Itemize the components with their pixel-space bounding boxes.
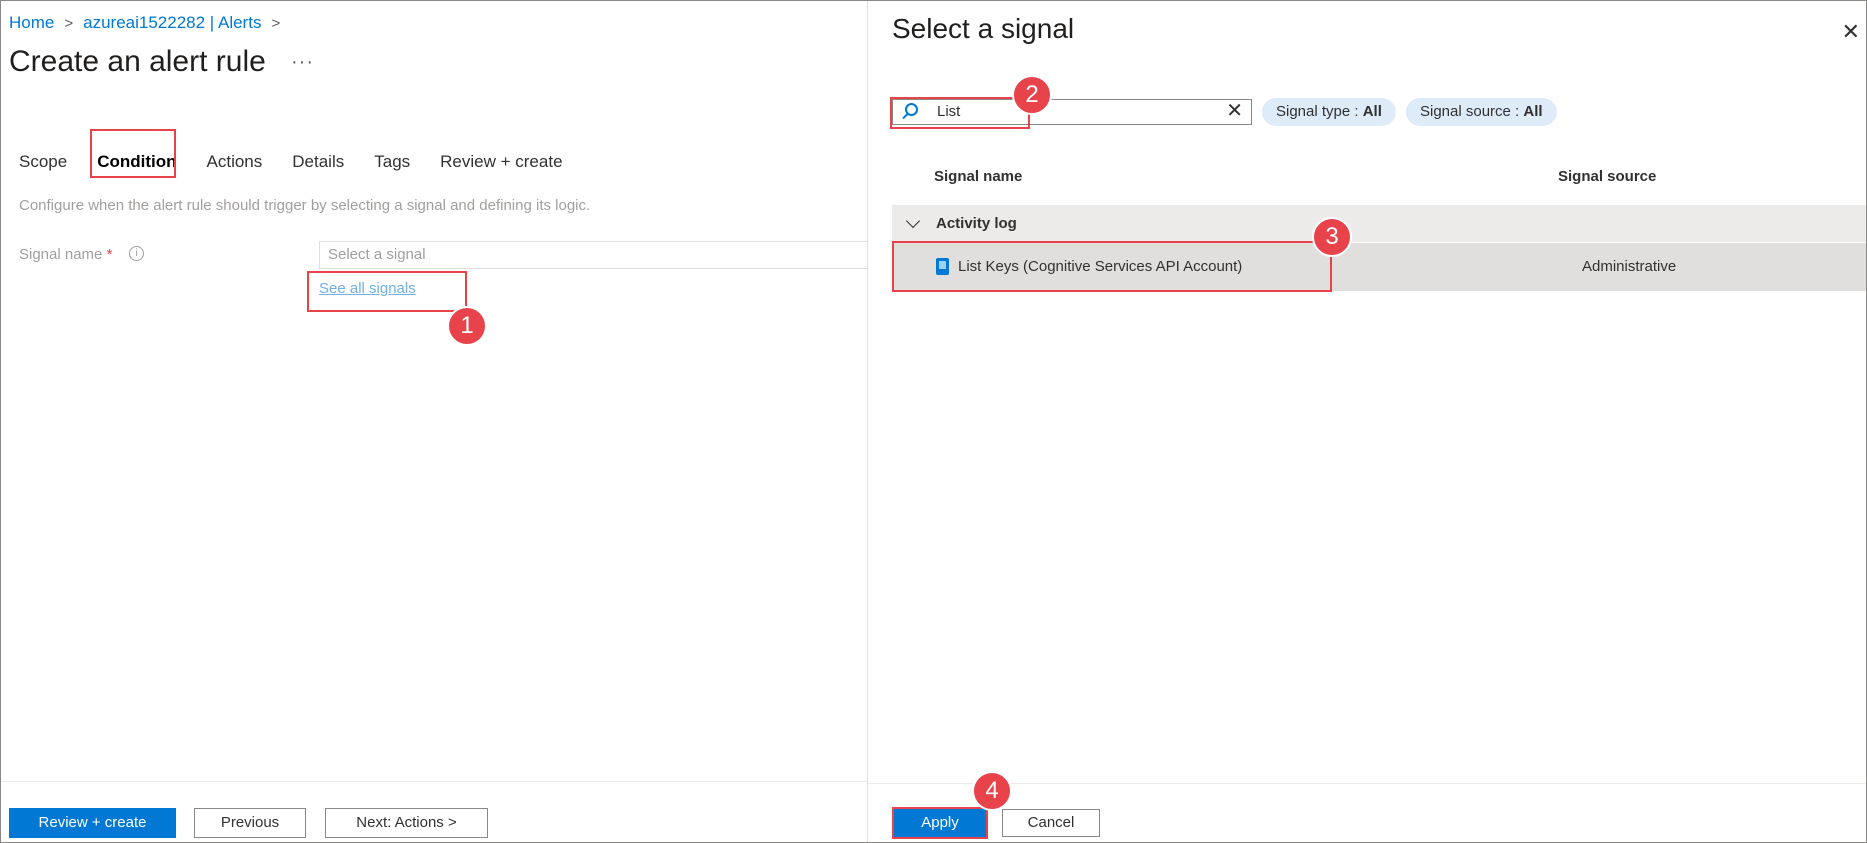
info-icon[interactable]: i bbox=[129, 246, 144, 261]
step-badge-2: 2 bbox=[1012, 75, 1052, 115]
callout-box-condition bbox=[90, 129, 176, 178]
previous-button[interactable]: Previous bbox=[194, 808, 306, 838]
clear-icon[interactable]: ✕ bbox=[1226, 100, 1243, 122]
tab-review-create[interactable]: Review + create bbox=[430, 149, 572, 175]
step-badge-1: 1 bbox=[447, 306, 487, 346]
group-row-activity-log[interactable]: Activity log bbox=[892, 206, 1866, 242]
step-badge-4: 4 bbox=[972, 771, 1012, 811]
review-create-button[interactable]: Review + create bbox=[9, 808, 176, 838]
signal-source-filter-label: Signal source : bbox=[1420, 103, 1524, 120]
condition-description: Configure when the alert rule should tri… bbox=[19, 197, 591, 214]
callout-box-see-all bbox=[307, 271, 467, 312]
column-header-signal-name[interactable]: Signal name bbox=[934, 168, 1022, 185]
cancel-button[interactable]: Cancel bbox=[1002, 809, 1100, 837]
row-signal-source: Administrative bbox=[1582, 258, 1677, 275]
tab-actions[interactable]: Actions bbox=[197, 149, 273, 175]
select-signal-panel: Select a signal ✕ List ✕ 2 Signal type :… bbox=[867, 1, 1866, 842]
chevron-right-icon: > bbox=[271, 14, 281, 32]
signal-type-filter[interactable]: Signal type : All bbox=[1262, 98, 1396, 126]
page-title: Create an alert rule bbox=[9, 45, 266, 78]
signal-name-label: Signal name * bbox=[19, 246, 112, 263]
tab-tags[interactable]: Tags bbox=[364, 149, 420, 175]
next-actions-button[interactable]: Next: Actions > bbox=[325, 808, 488, 838]
step-badge-3: 3 bbox=[1312, 217, 1352, 257]
breadcrumb: Home > azureai1522282 | Alerts > bbox=[9, 13, 280, 33]
tab-details[interactable]: Details bbox=[282, 149, 354, 175]
close-icon[interactable]: ✕ bbox=[1842, 21, 1860, 43]
more-icon[interactable]: ··· bbox=[291, 51, 314, 74]
create-alert-rule-blade: Home > azureai1522282 | Alerts > Create … bbox=[1, 1, 879, 842]
callout-box-apply bbox=[892, 807, 988, 839]
panel-title: Select a signal bbox=[892, 13, 1075, 44]
group-label: Activity log bbox=[936, 215, 1017, 232]
breadcrumb-resource[interactable]: azureai1522282 | Alerts bbox=[83, 13, 261, 33]
signal-type-filter-value: All bbox=[1362, 103, 1382, 120]
signal-type-filter-label: Signal type : bbox=[1276, 103, 1363, 120]
breadcrumb-home[interactable]: Home bbox=[9, 13, 54, 33]
window: Home > azureai1522282 | Alerts > Create … bbox=[0, 0, 1867, 843]
callout-box-search bbox=[890, 97, 1030, 129]
callout-box-row bbox=[892, 241, 1332, 292]
left-footer: Review + create Previous Next: Actions > bbox=[1, 781, 867, 842]
signal-source-filter[interactable]: Signal source : All bbox=[1406, 98, 1557, 126]
signal-name-label-text: Signal name bbox=[19, 246, 103, 263]
tab-scope[interactable]: Scope bbox=[9, 149, 77, 175]
required-marker: * bbox=[106, 246, 113, 263]
column-header-signal-source[interactable]: Signal source bbox=[1558, 168, 1656, 185]
signal-source-filter-value: All bbox=[1523, 103, 1543, 120]
chevron-right-icon: > bbox=[64, 14, 74, 32]
chevron-down-icon[interactable] bbox=[905, 213, 921, 229]
signal-select-input[interactable]: Select a signal bbox=[319, 241, 879, 269]
